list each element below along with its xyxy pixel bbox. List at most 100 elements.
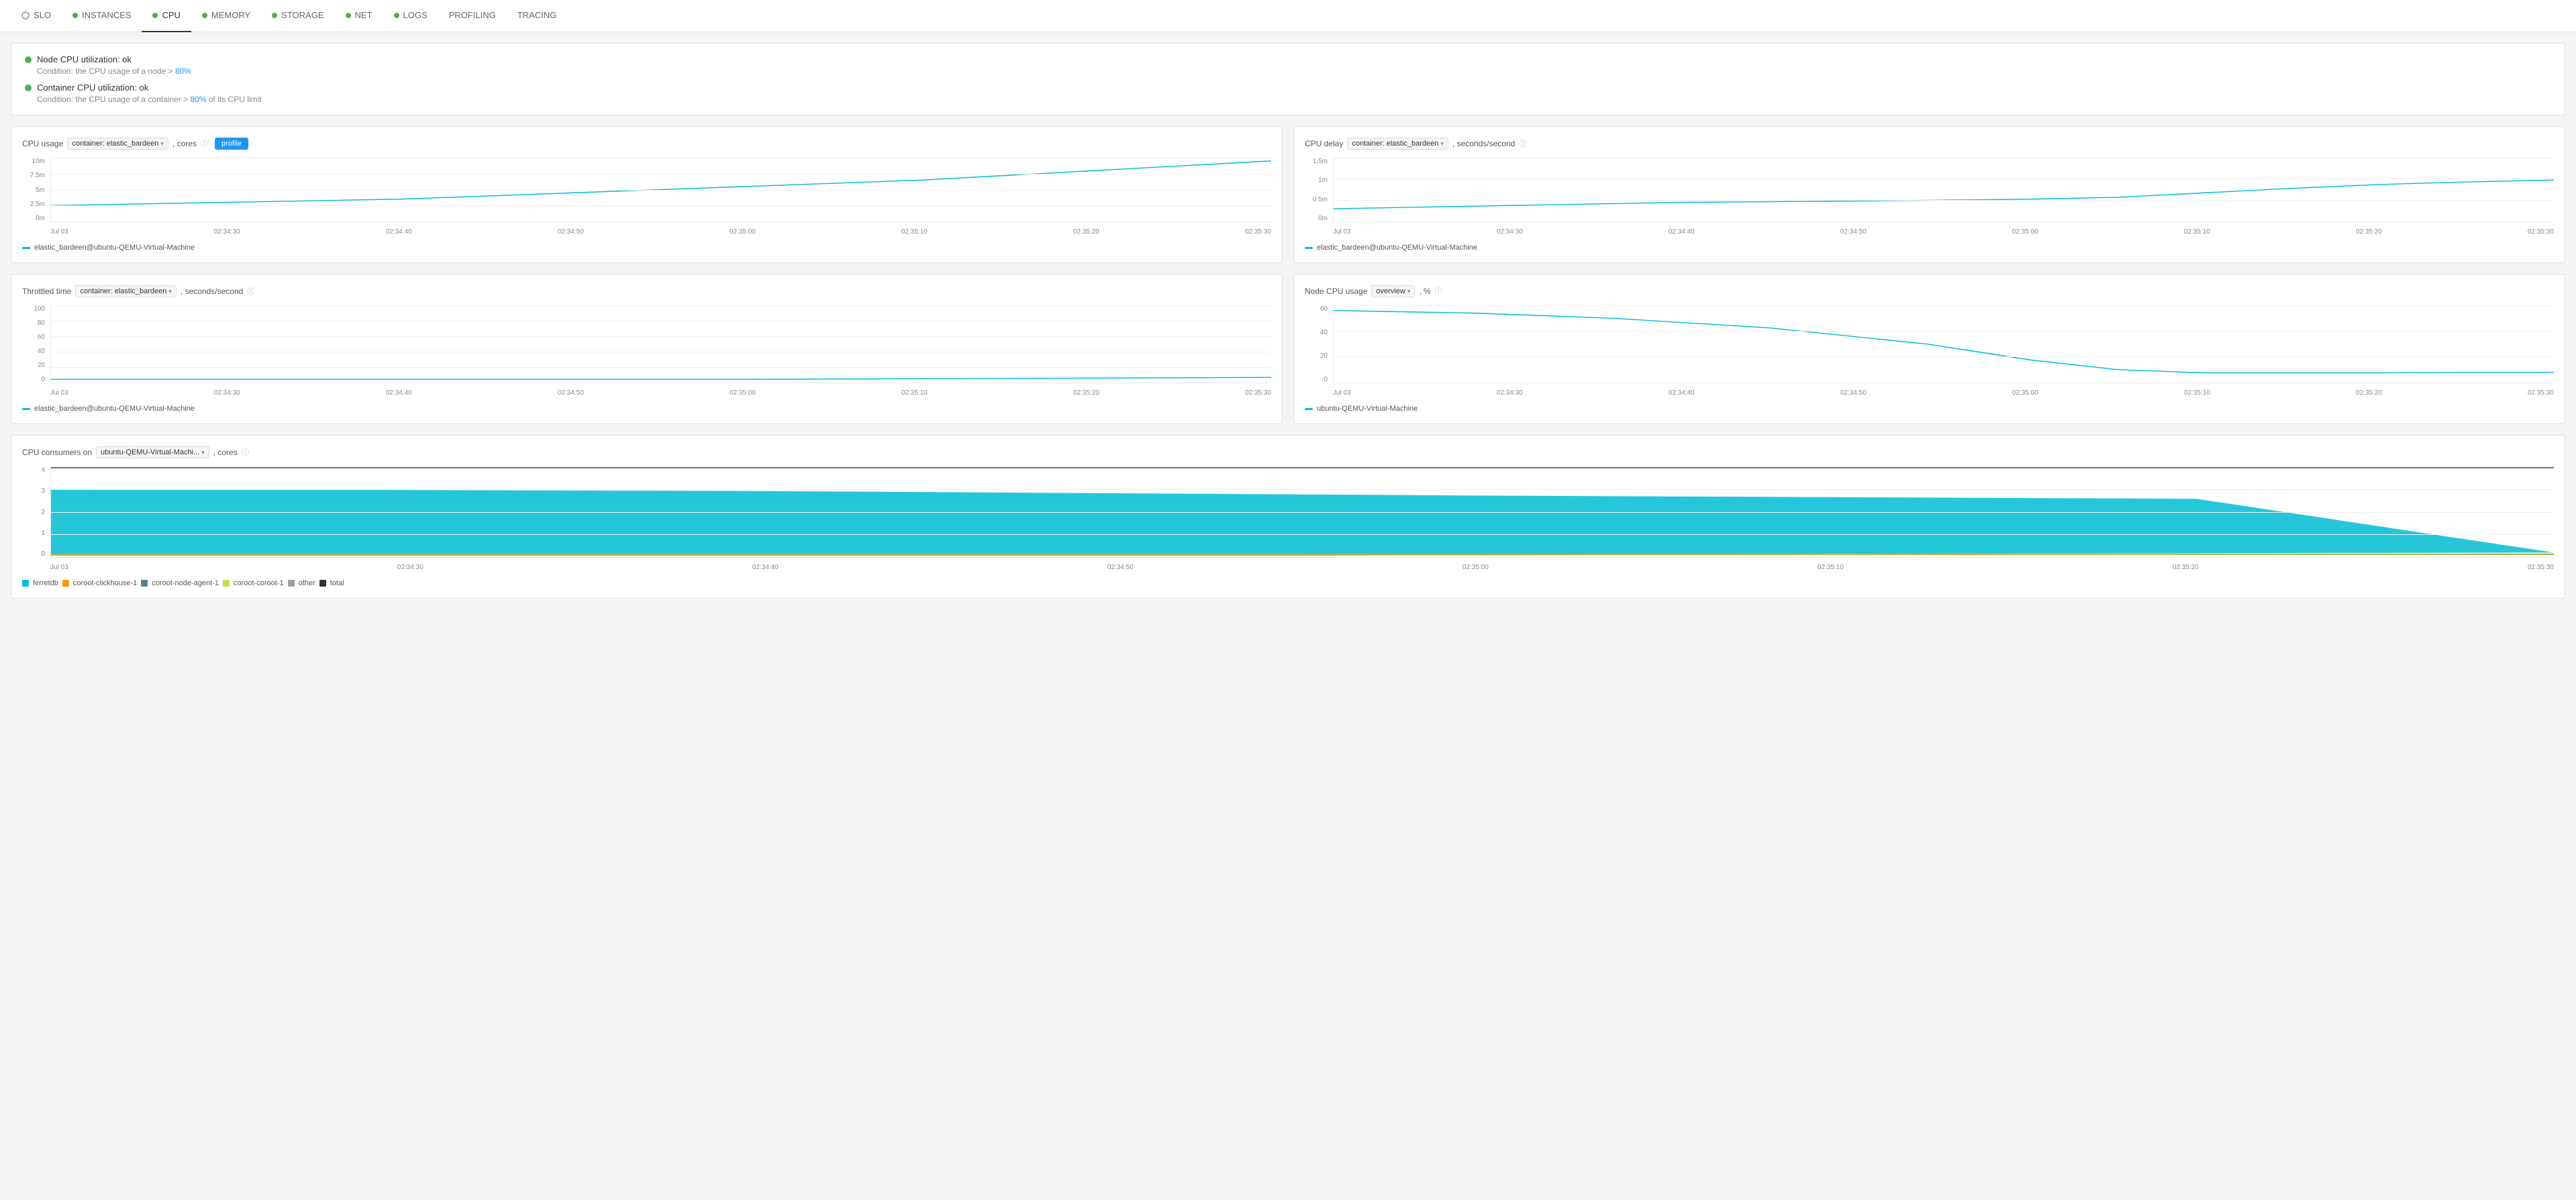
throttled-time-plot [50, 305, 1271, 383]
status-container-cpu: Container CPU utilization: ok Condition:… [25, 83, 2551, 104]
legend-color [1305, 408, 1313, 410]
throttled-time-x-axis: Jul 03 02:34:30 02:34:40 02:34:50 02:35:… [50, 386, 1271, 399]
chevron-down-icon: ▾ [1440, 140, 1444, 148]
status-panel: Node CPU utilization: ok Condition: the … [11, 43, 2565, 115]
chart-cpu-delay: CPU delay container: elastic_bardeen ▾ ,… [1293, 126, 2565, 263]
cpu-usage-x-axis: Jul 03 02:34:30 02:34:40 02:34:50 02:35:… [50, 225, 1271, 238]
legend-label: elastic_bardeen@ubuntu-QEMU-Virtual-Mach… [34, 405, 195, 413]
tab-net[interactable]: NET [335, 0, 383, 32]
legend-label: elastic_bardeen@ubuntu-QEMU-Virtual-Mach… [1317, 244, 1477, 252]
legend-other-color [288, 580, 295, 587]
tab-profiling-label: PROFILING [449, 10, 496, 20]
cpu-delay-legend: elastic_bardeen@ubuntu-QEMU-Virtual-Mach… [1305, 244, 2554, 252]
legend-total-label: total [330, 579, 344, 587]
legend-color [22, 247, 30, 249]
tab-slo-label: SLO [34, 10, 51, 20]
throttled-time-svg [51, 305, 1271, 383]
cpu-delay-svg [1334, 158, 2554, 221]
tab-profiling[interactable]: PROFILING [438, 0, 507, 32]
tab-tracing[interactable]: TRACING [507, 0, 568, 32]
tab-storage[interactable]: STORAGE [261, 0, 334, 32]
throttled-time-title: Throttled time [22, 287, 71, 296]
cpu-consumers-chart-area: 4 3 2 1 0 [22, 466, 2554, 574]
tab-bar: SLO INSTANCES CPU MEMORY STORAGE NET LOG… [0, 0, 2576, 32]
cpu-delay-y-axis: 1.5m 1m 0.5m 0m [1305, 158, 1330, 222]
legend-total-color [319, 580, 326, 587]
cpu-consumers-y-axis: 4 3 2 1 0 [22, 466, 48, 558]
chevron-down-icon: ▾ [201, 449, 205, 456]
tab-memory[interactable]: MEMORY [191, 0, 261, 32]
container-cpu-condition: Condition: the CPU usage of a container … [37, 95, 2551, 104]
logs-dot [394, 13, 399, 18]
node-cpu-usage-dropdown[interactable]: overview ▾ [1371, 285, 1415, 297]
container-cpu-status-dot [25, 85, 32, 91]
legend-label: ubuntu-QEMU-Virtual-Machine [1317, 405, 1418, 413]
legend-clickhouse-label: coroot-clickhouse-1 [73, 579, 137, 587]
node-cpu-usage-x-axis: Jul 03 02:34:30 02:34:40 02:34:50 02:35:… [1333, 386, 2554, 399]
node-cpu-status-dot [25, 56, 32, 63]
profile-button[interactable]: profile [215, 138, 248, 150]
cpu-consumers-plot [50, 466, 2554, 558]
node-cpu-usage-plot [1333, 305, 2554, 383]
cpu-usage-legend: elastic_bardeen@ubuntu-QEMU-Virtual-Mach… [22, 244, 1271, 252]
cpu-delay-x-axis: Jul 03 02:34:30 02:34:40 02:34:50 02:35:… [1333, 225, 2554, 238]
info-icon[interactable]: ⓘ [242, 447, 249, 458]
tab-logs[interactable]: LOGS [383, 0, 438, 32]
info-icon[interactable]: ⓘ [1519, 138, 1526, 149]
cpu-usage-plot [50, 158, 1271, 222]
slo-radio [21, 11, 30, 19]
tab-cpu-label: CPU [162, 10, 180, 20]
tab-tracing-label: TRACING [517, 10, 557, 20]
tab-logs-label: LOGS [403, 10, 428, 20]
cpu-usage-chart-area: 10m 7.5m 5m 2.5m 0m Jul 03 02:34:30 02:3… [22, 158, 1271, 238]
throttled-time-y-axis: 100 80 60 40 20 0 [22, 305, 48, 383]
chevron-down-icon: ▾ [1407, 288, 1411, 295]
status-node-cpu: Node CPU utilization: ok Condition: the … [25, 54, 2551, 76]
charts-grid: CPU usage container: elastic_bardeen ▾ ,… [11, 126, 2565, 599]
tab-instances-label: INSTANCES [82, 10, 131, 20]
cpu-usage-dropdown[interactable]: container: elastic_bardeen ▾ [67, 138, 168, 150]
info-icon[interactable]: ⓘ [1435, 286, 1442, 297]
legend-coroot-label: coroot-coroot-1 [234, 579, 284, 587]
instances-dot [72, 13, 78, 18]
chart-throttled-time: Throttled time container: elastic_bardee… [11, 274, 1283, 424]
legend-other-label: other [299, 579, 315, 587]
cpu-delay-dropdown[interactable]: container: elastic_bardeen ▾ [1347, 138, 1448, 150]
container-cpu-status-label: Container CPU utilization: ok [37, 83, 148, 93]
cpu-delay-plot [1333, 158, 2554, 222]
node-cpu-usage-legend: ubuntu-QEMU-Virtual-Machine [1305, 405, 2554, 413]
node-cpu-usage-title: Node CPU usage [1305, 287, 1367, 296]
tab-net-label: NET [355, 10, 373, 20]
node-cpu-condition: Condition: the CPU usage of a node > 80% [37, 66, 2551, 76]
legend-ferretdb-label: ferretdb [33, 579, 58, 587]
throttled-time-chart-area: 100 80 60 40 20 0 Jul 03 02:34:30 [22, 305, 1271, 399]
legend-label: elastic_bardeen@ubuntu-QEMU-Virtual-Mach… [34, 244, 195, 252]
throttled-time-legend: elastic_bardeen@ubuntu-QEMU-Virtual-Mach… [22, 405, 1271, 413]
tab-instances[interactable]: INSTANCES [62, 0, 142, 32]
node-cpu-usage-chart-area: 60 40 20 0 Jul 03 02:34:30 02:34:40 02:3… [1305, 305, 2554, 399]
cpu-delay-chart-area: 1.5m 1m 0.5m 0m Jul 03 02:34:30 02:34:40… [1305, 158, 2554, 238]
info-icon[interactable]: ⓘ [201, 138, 208, 149]
cpu-consumers-legend: ferretdb coroot-clickhouse-1 coroot-node… [22, 579, 2554, 587]
cpu-consumers-title: CPU consumers on [22, 448, 92, 457]
cpu-delay-title: CPU delay [1305, 139, 1343, 148]
tab-cpu[interactable]: CPU [142, 0, 191, 32]
tab-slo[interactable]: SLO [11, 0, 62, 32]
cpu-usage-title: CPU usage [22, 139, 63, 148]
chart-node-cpu-usage: Node CPU usage overview ▾ , % ⓘ 60 40 20… [1293, 274, 2565, 424]
throttled-time-dropdown[interactable]: container: elastic_bardeen ▾ [75, 285, 177, 297]
tab-memory-label: MEMORY [211, 10, 250, 20]
storage-dot [272, 13, 277, 18]
legend-nodeagent-label: coroot-node-agent-1 [152, 579, 219, 587]
chart-cpu-usage: CPU usage container: elastic_bardeen ▾ ,… [11, 126, 1283, 263]
chevron-down-icon: ▾ [168, 288, 172, 295]
cpu-consumers-x-axis: Jul 03 02:34:30 02:34:40 02:34:50 02:35:… [50, 560, 2554, 574]
net-dot [346, 13, 351, 18]
info-icon[interactable]: ⓘ [247, 286, 254, 297]
tab-storage-label: STORAGE [281, 10, 324, 20]
node-cpu-usage-y-axis: 60 40 20 0 [1305, 305, 1330, 383]
legend-color [1305, 247, 1313, 249]
legend-ferretdb-color [22, 580, 29, 587]
cpu-consumers-dropdown[interactable]: ubuntu-QEMU-Virtual-Machi... ▾ [96, 446, 209, 458]
memory-dot [202, 13, 207, 18]
